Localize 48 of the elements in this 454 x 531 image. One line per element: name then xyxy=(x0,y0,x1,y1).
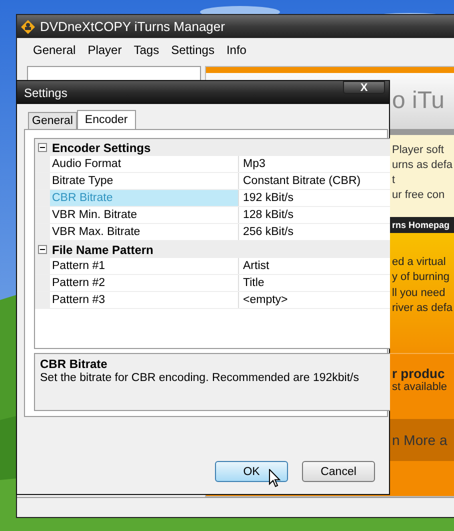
web-text: ed a virtual xyxy=(392,254,447,270)
web-text: rns Homepag xyxy=(392,220,451,230)
property-name[interactable]: Audio Format xyxy=(50,156,239,172)
property-name[interactable]: VBR Min. Bitrate xyxy=(50,207,239,223)
property-value[interactable]: <empty> xyxy=(239,292,288,308)
property-name[interactable]: Pattern #2 xyxy=(50,275,239,291)
category-title: Encoder Settings xyxy=(52,140,151,154)
web-text: Player soft xyxy=(392,142,445,158)
property-value[interactable]: 256 kBit/s xyxy=(239,224,294,240)
menu-item[interactable]: Tags xyxy=(128,40,164,59)
close-button[interactable]: X xyxy=(343,81,385,94)
property-value[interactable]: Title xyxy=(239,275,264,291)
menu-item[interactable]: General xyxy=(28,40,81,59)
property-value[interactable]: Mp3 xyxy=(239,156,266,172)
web-text: y of burning xyxy=(392,270,450,286)
web-text: river as defa xyxy=(392,301,454,316)
window-title: DVDneXtCOPY iTurns Manager xyxy=(40,19,225,34)
property-value[interactable]: Constant Bitrate (CBR) xyxy=(239,173,361,189)
tab[interactable]: General xyxy=(28,112,77,129)
web-text: ur free con xyxy=(392,188,446,203)
collapse-icon[interactable] xyxy=(38,143,47,152)
menu-item[interactable]: Info xyxy=(221,40,252,59)
category-title: File Name Pattern xyxy=(52,242,154,256)
property-name[interactable]: Pattern #3 xyxy=(50,292,239,308)
property-name[interactable]: VBR Max. Bitrate xyxy=(50,224,239,240)
cancel-button[interactable]: Cancel xyxy=(302,461,375,482)
diamond-icon xyxy=(21,20,35,34)
property-name[interactable]: Bitrate Type xyxy=(50,173,239,189)
cursor-icon xyxy=(269,469,281,488)
menu-item[interactable]: Settings xyxy=(166,40,220,59)
tab[interactable]: Encoder xyxy=(76,110,136,129)
property-value[interactable]: 192 kBit/s xyxy=(239,190,294,206)
collapse-icon[interactable] xyxy=(38,245,47,254)
description-title: CBR Bitrate xyxy=(40,357,108,371)
web-text: st available xyxy=(392,380,448,393)
property-value[interactable]: Artist xyxy=(239,258,270,274)
menu-item[interactable]: Player xyxy=(82,40,127,59)
property-name[interactable]: Pattern #1 xyxy=(50,258,239,274)
web-text: urns as defa xyxy=(392,158,454,173)
web-text: t xyxy=(392,172,396,188)
web-text: r produc xyxy=(392,366,445,381)
dialog-title: Settings xyxy=(24,86,68,100)
ok-button[interactable]: OK xyxy=(215,461,288,482)
web-text: ll you need xyxy=(392,286,446,301)
web-text: o iTu xyxy=(392,86,446,115)
web-text: n More a xyxy=(392,432,448,448)
description-text: Set the bitrate for CBR encoding. Recommended are 192kbit/s xyxy=(40,372,360,384)
property-value[interactable]: 128 kBit/s xyxy=(239,207,294,223)
